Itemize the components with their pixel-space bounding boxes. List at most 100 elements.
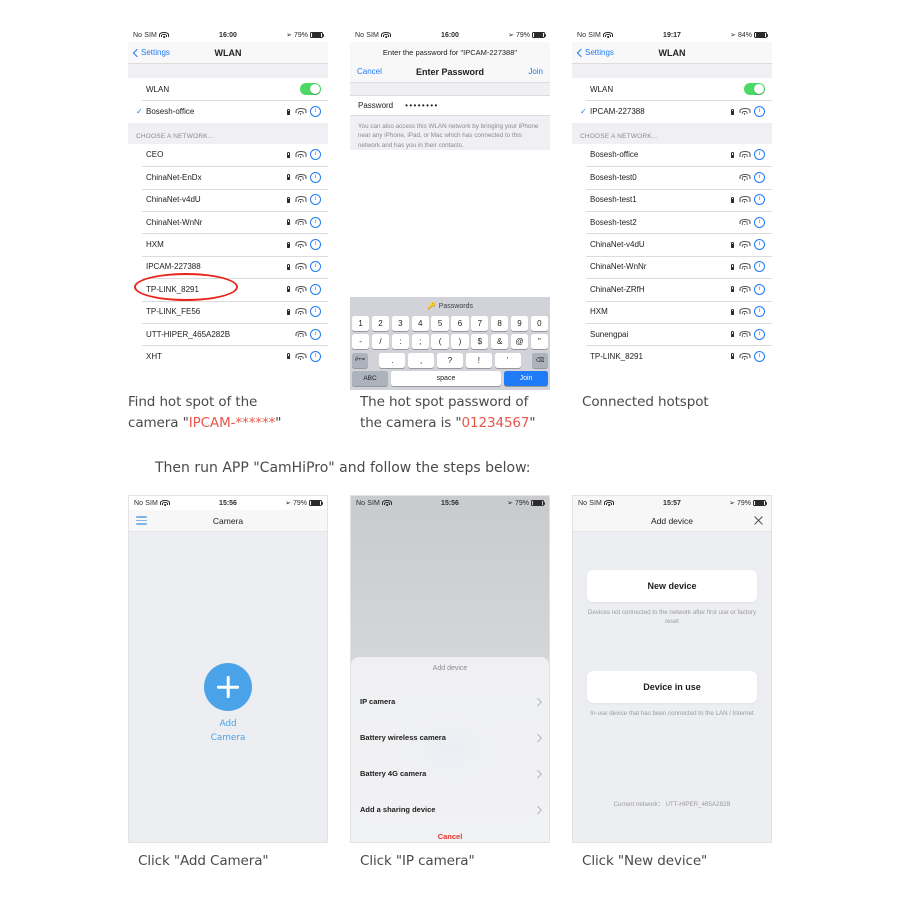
close-icon[interactable]: [753, 515, 764, 526]
key[interactable]: /: [371, 334, 390, 349]
info-icon[interactable]: i: [754, 239, 765, 251]
key[interactable]: &: [491, 334, 509, 349]
wlan-toggle-switch[interactable]: [744, 82, 765, 96]
wlan-toggle-row[interactable]: ✓ WLAN: [572, 78, 772, 101]
info-icon[interactable]: i: [310, 261, 321, 273]
network-row[interactable]: ✓UTT-HIPER_465A282Bi: [128, 322, 328, 346]
info-icon[interactable]: i: [310, 216, 321, 228]
password-input[interactable]: ••••••••: [405, 101, 439, 110]
key[interactable]: ): [451, 334, 469, 349]
key[interactable]: .: [379, 352, 406, 368]
back-button[interactable]: Settings: [576, 48, 614, 57]
network-row[interactable]: ✓TP-LINK_FE56i: [128, 300, 328, 323]
space-key[interactable]: space: [390, 371, 502, 386]
caption-text: the camera is ": [360, 414, 462, 431]
info-icon[interactable]: i: [310, 350, 321, 362]
key[interactable]: 6: [451, 315, 469, 331]
key[interactable]: ": [530, 334, 548, 349]
sheet-item-battery-4g-camera[interactable]: Battery 4G camera: [351, 761, 549, 786]
key[interactable]: -: [352, 334, 370, 349]
cancel-button[interactable]: Cancel: [357, 67, 382, 76]
sheet-item-ip-camera[interactable]: IP camera: [351, 689, 549, 714]
info-icon[interactable]: i: [754, 194, 765, 206]
key[interactable]: !: [465, 352, 492, 368]
network-row[interactable]: ✓Bosesh-test1i: [572, 188, 772, 211]
sheet-item-battery-wireless-camera[interactable]: Battery wireless camera: [351, 725, 549, 750]
key[interactable]: 2: [371, 315, 390, 331]
info-icon[interactable]: i: [310, 106, 321, 118]
key-spacer: [371, 353, 377, 368]
join-key[interactable]: Join: [504, 371, 548, 386]
info-icon[interactable]: i: [754, 171, 765, 183]
network-row[interactable]: ✓ChinaNet-v4dUi: [572, 233, 772, 256]
wlan-toggle-row[interactable]: ✓ WLAN: [128, 78, 328, 101]
key[interactable]: 5: [431, 315, 449, 331]
add-camera-button[interactable]: Add Camera: [204, 663, 252, 743]
hamburger-icon[interactable]: [136, 515, 147, 526]
network-row[interactable]: ✓ChinaNet-v4dUi: [128, 188, 328, 211]
key[interactable]: ,: [408, 352, 435, 368]
info-icon[interactable]: i: [754, 261, 765, 273]
info-icon[interactable]: i: [310, 149, 321, 161]
info-icon[interactable]: i: [754, 149, 765, 161]
info-icon[interactable]: i: [310, 194, 321, 206]
key[interactable]: 0: [530, 315, 548, 331]
info-icon[interactable]: i: [754, 328, 765, 340]
network-row[interactable]: ✓CEOi: [128, 143, 328, 167]
network-row[interactable]: ✓ChinaNet-EnDxi: [128, 166, 328, 189]
cancel-button[interactable]: Cancel: [351, 832, 549, 841]
key[interactable]: 4: [411, 315, 429, 331]
key[interactable]: 8: [491, 315, 509, 331]
password-field-row[interactable]: Password ••••••••: [350, 95, 550, 116]
key[interactable]: :: [391, 334, 409, 349]
network-row[interactable]: ✓XHTi: [128, 345, 328, 368]
key[interactable]: 1: [352, 315, 370, 331]
info-icon[interactable]: i: [310, 283, 321, 295]
info-icon[interactable]: i: [310, 239, 321, 251]
connected-network-row[interactable]: ✓ Bosesh-office i: [128, 100, 328, 123]
keyboard-suggestion-bar[interactable]: 🔑 Passwords: [352, 300, 548, 312]
backspace-key[interactable]: ⌫: [532, 352, 548, 368]
network-row[interactable]: ✓Sunengpaii: [572, 322, 772, 346]
back-button[interactable]: Settings: [132, 48, 170, 57]
password-action-bar: Cancel Enter Password Join: [350, 61, 550, 83]
info-icon[interactable]: i: [310, 328, 321, 340]
key[interactable]: ;: [411, 334, 429, 349]
sheet-item-add-sharing-device[interactable]: Add a sharing device: [351, 797, 549, 822]
info-icon[interactable]: i: [310, 306, 321, 318]
symbols-toggle-key[interactable]: #+=: [352, 352, 368, 368]
key[interactable]: ?: [436, 352, 464, 368]
info-icon[interactable]: i: [754, 216, 765, 228]
network-row[interactable]: ✓Bosesh-test2i: [572, 210, 772, 234]
network-row[interactable]: ✓Bosesh-test0i: [572, 166, 772, 189]
device-in-use-button[interactable]: Device in use: [587, 670, 757, 703]
network-row[interactable]: ✓HXMi: [128, 233, 328, 256]
join-button[interactable]: Join: [528, 67, 543, 76]
keyboard-row-punctuation: #+= . , ? ! ' ⌫: [352, 352, 548, 368]
key[interactable]: 9: [510, 315, 529, 331]
info-icon[interactable]: i: [754, 306, 765, 318]
plus-icon[interactable]: [204, 663, 252, 711]
connected-network-row[interactable]: ✓ IPCAM-227388 i: [572, 100, 772, 123]
key[interactable]: (: [431, 334, 449, 349]
network-row[interactable]: ✓ChinaNet-WnNri: [128, 210, 328, 234]
info-icon[interactable]: i: [754, 283, 765, 295]
settings-list: ✓ WLAN ✓ Bosesh-office i CHOOSE A NETWOR…: [128, 64, 328, 368]
network-row[interactable]: ✓ChinaNet-ZRfHi: [572, 278, 772, 301]
info-icon[interactable]: i: [754, 350, 765, 362]
wlan-toggle-switch[interactable]: [300, 82, 321, 96]
abc-key[interactable]: ABC: [352, 371, 388, 386]
wifi-signal-icon: [295, 241, 306, 248]
key[interactable]: $: [471, 334, 489, 349]
info-icon[interactable]: i: [754, 106, 765, 118]
network-row[interactable]: ✓HXMi: [572, 300, 772, 323]
key[interactable]: 7: [471, 315, 489, 331]
network-row[interactable]: ✓TP-LINK_8291i: [572, 345, 772, 368]
key[interactable]: @: [510, 334, 529, 349]
network-row[interactable]: ✓ChinaNet-WnNri: [572, 255, 772, 279]
new-device-button[interactable]: New device: [587, 570, 757, 602]
key[interactable]: ': [494, 352, 521, 368]
network-row[interactable]: ✓Bosesh-officei: [572, 143, 772, 167]
key[interactable]: 3: [391, 315, 409, 331]
info-icon[interactable]: i: [310, 171, 321, 183]
